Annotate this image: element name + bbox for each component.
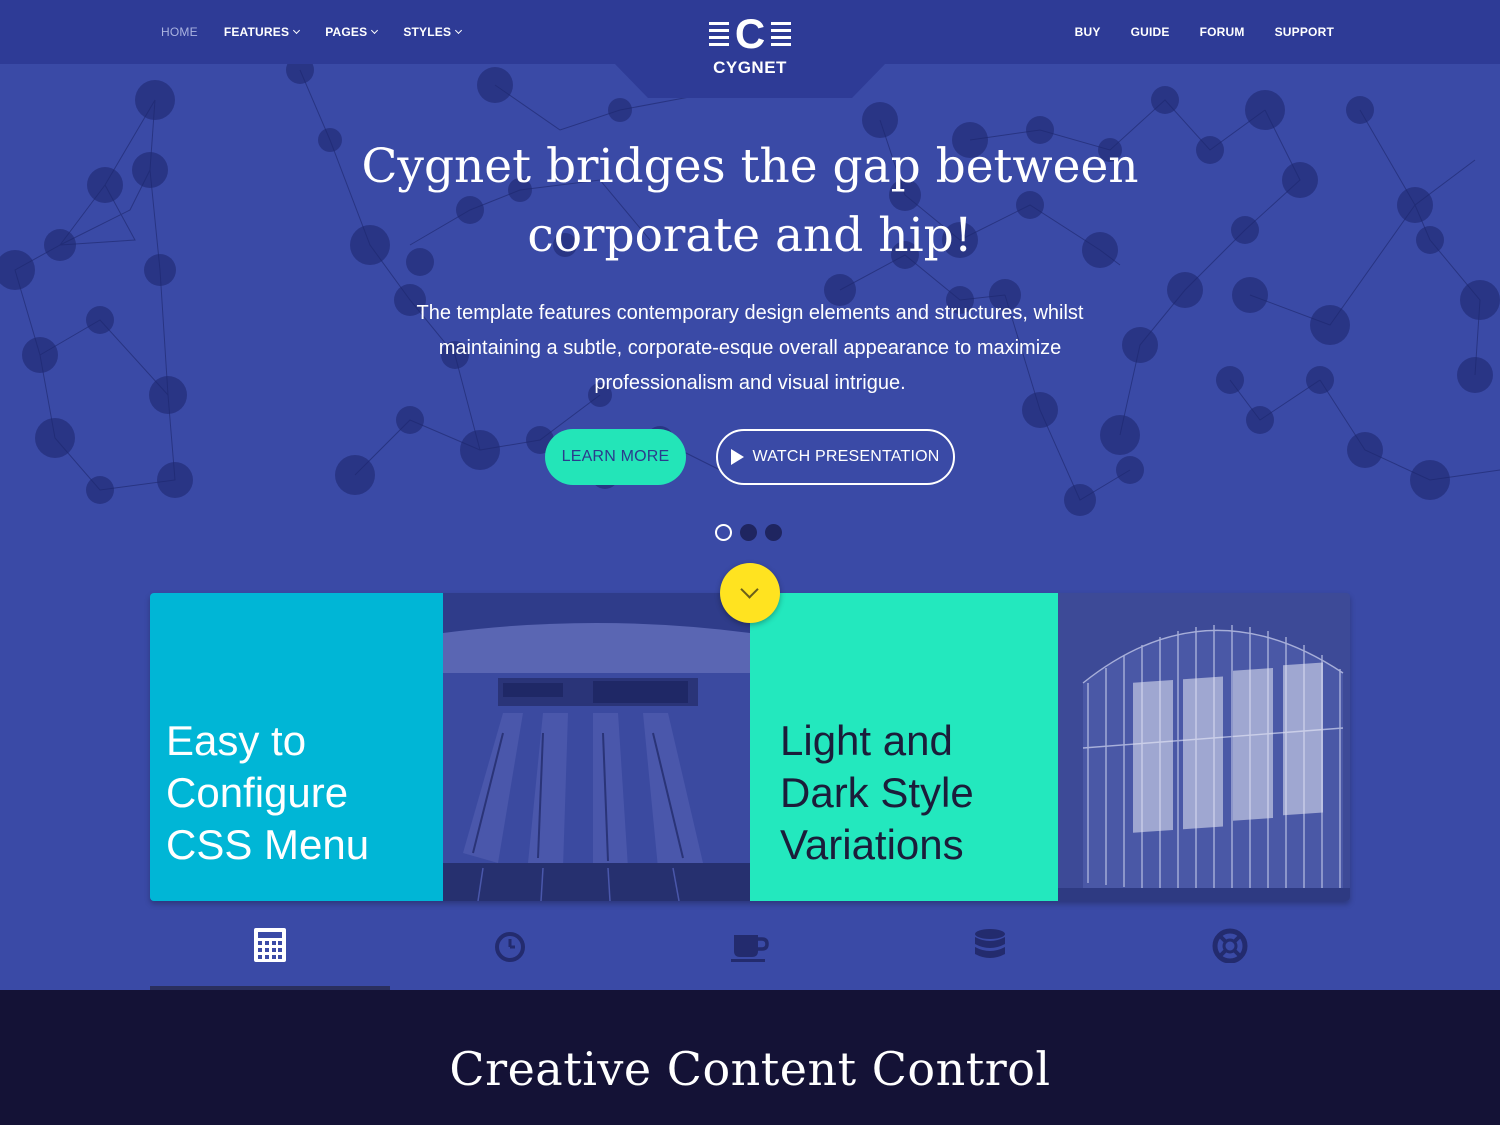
learn-more-label: LEARN MORE [561, 448, 670, 465]
chevron-down-icon [455, 26, 463, 35]
nav-forum-label: FORUM [1199, 25, 1245, 39]
hero-subtitle: The template features contemporary desig… [416, 302, 1084, 394]
learn-more-button[interactable]: LEARN MORE [545, 429, 686, 485]
slide-dot-3[interactable] [765, 524, 782, 541]
section-heading: Creative Content Control [449, 1042, 1051, 1096]
nav-pages-label: PAGES [325, 25, 368, 39]
nav-forum[interactable]: FORUM [1200, 25, 1245, 39]
nav-features[interactable]: FEATURES [223, 25, 301, 39]
birdcage-image [1058, 593, 1350, 901]
top-navbar: HOME FEATURES PAGES STYLES BUY GUIDE FOR… [0, 0, 1500, 64]
watch-presentation-label: WATCH PRESENTATION [752, 448, 940, 465]
nav-styles-label: STYLES [403, 25, 452, 39]
nav-support[interactable]: SUPPORT [1275, 25, 1334, 39]
hero-section: Cygnet bridges the gap between corporate… [0, 0, 1500, 990]
hero-title: Cygnet bridges the gap between corporate… [361, 139, 1139, 263]
slider-pagination [715, 524, 782, 541]
coffee-cup-icon [731, 935, 769, 962]
nav-pages[interactable]: PAGES [325, 25, 379, 39]
icon-tab-bar [150, 905, 1350, 990]
feature-tile-css-menu-label: Easy to Configure CSS Menu [166, 717, 370, 868]
nav-home-label: HOME [161, 25, 198, 39]
nav-buy-label: BUY [1074, 25, 1101, 39]
calculator-icon [254, 928, 286, 962]
nav-styles[interactable]: STYLES [403, 25, 463, 39]
chevron-down-icon [293, 26, 301, 35]
tab-support[interactable] [1110, 905, 1350, 990]
tab-calculator[interactable] [150, 905, 390, 990]
feature-tile-style-variations[interactable]: Light and Dark Style Variations [750, 593, 1058, 901]
nav-support-label: SUPPORT [1274, 25, 1334, 39]
scroll-down-button[interactable] [720, 563, 780, 623]
chevron-down-icon [371, 26, 379, 35]
nav-guide-label: GUIDE [1130, 25, 1170, 39]
play-icon [731, 449, 745, 465]
feature-strip: Easy to Configure CSS Menu Light and Dar… [150, 593, 1350, 901]
nav-home[interactable]: HOME [161, 25, 198, 39]
nav-left-menu: HOME FEATURES PAGES STYLES [161, 0, 487, 64]
nav-buy[interactable]: BUY [1075, 25, 1101, 39]
escalator-image [443, 593, 750, 901]
tab-clock[interactable] [390, 905, 630, 990]
nav-features-label: FEATURES [223, 25, 290, 39]
nav-guide[interactable]: GUIDE [1131, 25, 1170, 39]
watch-presentation-button[interactable]: WATCH PRESENTATION [716, 429, 955, 485]
clock-icon [495, 932, 525, 962]
nav-right-menu: BUY GUIDE FORUM SUPPORT [1045, 0, 1334, 64]
life-ring-icon [1212, 928, 1248, 963]
feature-tile-style-variations-label: Light and Dark Style Variations [780, 717, 974, 868]
tab-database[interactable] [870, 905, 1110, 990]
slide-dot-1[interactable] [715, 524, 732, 541]
content-section: Creative Content Control [0, 990, 1500, 1125]
tab-coffee[interactable] [630, 905, 870, 990]
chevron-down-icon [740, 580, 759, 599]
slide-dot-2[interactable] [740, 524, 757, 541]
database-icon [975, 929, 1005, 958]
feature-tile-css-menu[interactable]: Easy to Configure CSS Menu [150, 593, 443, 901]
